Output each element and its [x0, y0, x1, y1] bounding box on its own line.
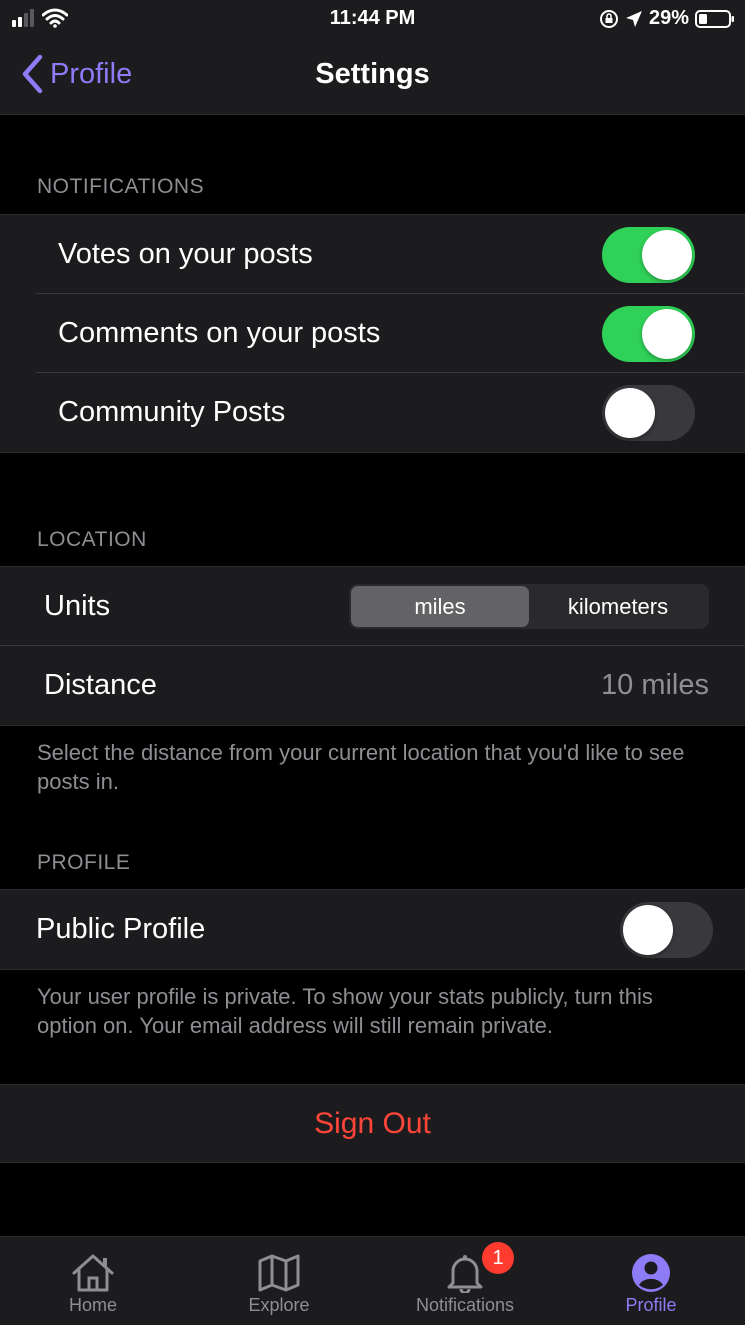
setting-row-distance[interactable]: Distance 10 miles: [0, 646, 745, 725]
setting-row-community: Community Posts: [0, 373, 745, 452]
toggle-knob: [642, 230, 692, 280]
setting-row-votes: Votes on your posts: [0, 215, 745, 294]
profile-footnote: Your user profile is private. To show yo…: [37, 984, 653, 1038]
toggle-knob: [642, 309, 692, 359]
setting-label-units: Units: [44, 590, 111, 622]
tab-label-home: Home: [68, 1295, 117, 1315]
status-bar: 11:44 PM 29%: [0, 0, 745, 38]
tab-explore[interactable]: Explore: [186, 1237, 372, 1325]
toggle-community[interactable]: [602, 385, 695, 441]
section-header-location: LOCATION: [37, 528, 147, 551]
section-header-profile: PROFILE: [37, 851, 131, 874]
tab-bar: Home Explore Notifications 1 Profile: [0, 1236, 745, 1325]
units-segmented-control: miles kilometers: [349, 584, 709, 629]
location-group: Units miles kilometers Distance 10 miles: [0, 566, 745, 726]
section-header-notifications: NOTIFICATIONS: [37, 175, 205, 198]
distance-value: 10 miles: [601, 669, 709, 701]
sign-out-button[interactable]: Sign Out: [0, 1084, 745, 1163]
toggle-knob: [605, 388, 655, 438]
tab-label-notifications: Notifications: [415, 1295, 515, 1315]
navigation-bar: Profile Settings: [0, 38, 745, 115]
setting-row-units: Units miles kilometers: [0, 567, 745, 646]
notification-badge: 1: [482, 1242, 514, 1274]
location-footnote: Select the distance from your current lo…: [37, 740, 685, 794]
tab-home[interactable]: Home: [0, 1237, 186, 1325]
setting-row-public-profile: Public Profile: [0, 890, 745, 969]
tab-notifications[interactable]: Notifications 1: [372, 1237, 558, 1325]
toggle-votes[interactable]: [602, 227, 695, 283]
setting-label-community: Community Posts: [58, 396, 286, 428]
setting-label-comments: Comments on your posts: [58, 317, 381, 349]
toggle-public-profile[interactable]: [620, 902, 713, 958]
setting-label-public-profile: Public Profile: [36, 913, 206, 945]
person-icon: [632, 1254, 670, 1292]
setting-label-distance: Distance: [44, 669, 157, 701]
profile-group: Public Profile: [0, 889, 745, 970]
page-title: Settings: [315, 58, 430, 90]
battery-percent: 29%: [648, 7, 689, 29]
tab-label-explore: Explore: [248, 1295, 310, 1315]
location-arrow-icon: [625, 10, 642, 27]
orientation-lock-icon: [599, 9, 618, 28]
status-right: 29%: [599, 7, 735, 30]
setting-row-comments: Comments on your posts: [0, 294, 745, 373]
home-icon: [72, 1254, 114, 1292]
segment-miles[interactable]: miles: [351, 586, 529, 627]
toggle-knob: [623, 905, 673, 955]
notifications-group: Votes on your posts Comments on your pos…: [0, 214, 745, 453]
setting-label-votes: Votes on your posts: [58, 238, 313, 270]
tab-profile[interactable]: Profile: [558, 1237, 744, 1325]
map-icon: [258, 1254, 300, 1292]
battery-icon: [695, 9, 734, 28]
tab-label-profile: Profile: [625, 1295, 677, 1315]
segment-kilometers[interactable]: kilometers: [529, 586, 707, 627]
toggle-comments[interactable]: [602, 306, 695, 362]
